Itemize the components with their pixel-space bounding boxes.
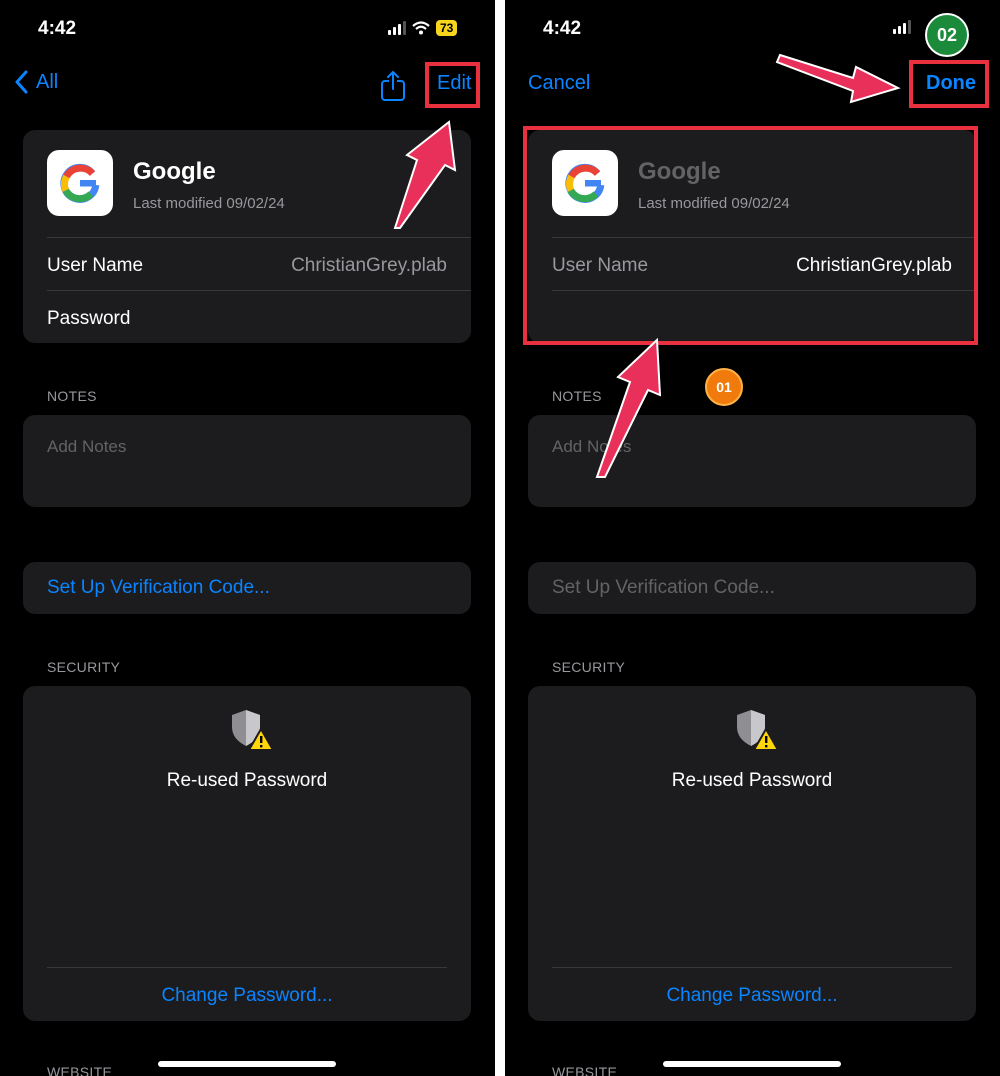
screenshot-left: 4:42 73 All Edit Google Last modified 09… [0, 0, 495, 1076]
arrow-annotation [393, 120, 457, 229]
arrow-annotation-01 [595, 337, 662, 478]
step-badge-02: 02 [925, 13, 969, 57]
step-badge-01: 01 [705, 368, 743, 406]
arrow-annotation-02 [775, 53, 901, 104]
arrow-annotations [595, 53, 901, 478]
screenshot-right: 4:42 Cancel Done Google Last modified 09… [505, 0, 1000, 1076]
